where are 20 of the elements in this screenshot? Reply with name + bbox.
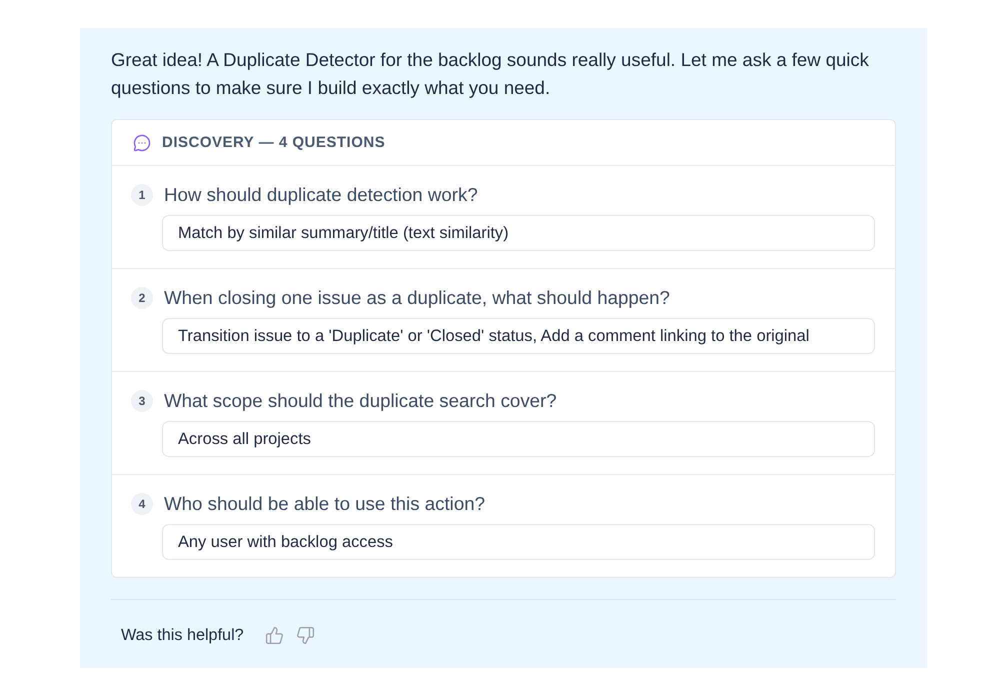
answer-field[interactable]: Transition issue to a 'Duplicate' or 'Closed' status, Add a comment linking to the original [162,318,875,354]
intro-text: Great idea! A Duplicate Detector for the backlog sounds really useful. Let me ask a few quick questions to make sure I build exactly what you need. [111,48,870,100]
chat-bubble-icon [133,134,151,152]
question-number: 1 [131,184,153,206]
feedback-prompt: Was this helpful? [121,626,244,644]
answer-field[interactable]: Across all projects [162,421,875,457]
answer-field[interactable]: Match by similar summary/title (text similarity) [162,215,875,251]
thumbs-down-icon [296,626,315,644]
question-text: When closing one issue as a duplicate, what should happen? [164,287,670,309]
question-text: Who should be able to use this action? [164,493,486,515]
question-text: How should duplicate detection work? [164,184,478,206]
question-number: 3 [131,390,153,412]
card-title: DISCOVERY — 4 QUESTIONS [162,134,386,151]
question-number: 2 [131,287,153,309]
question-number: 4 [131,493,153,515]
answer-field[interactable]: Any user with backlog access [162,524,875,560]
question-text: What scope should the duplicate search cover? [164,390,557,412]
thumbs-down-button[interactable] [296,626,315,644]
thumbs-up-button[interactable] [264,626,284,644]
thumbs-up-icon [264,626,284,644]
